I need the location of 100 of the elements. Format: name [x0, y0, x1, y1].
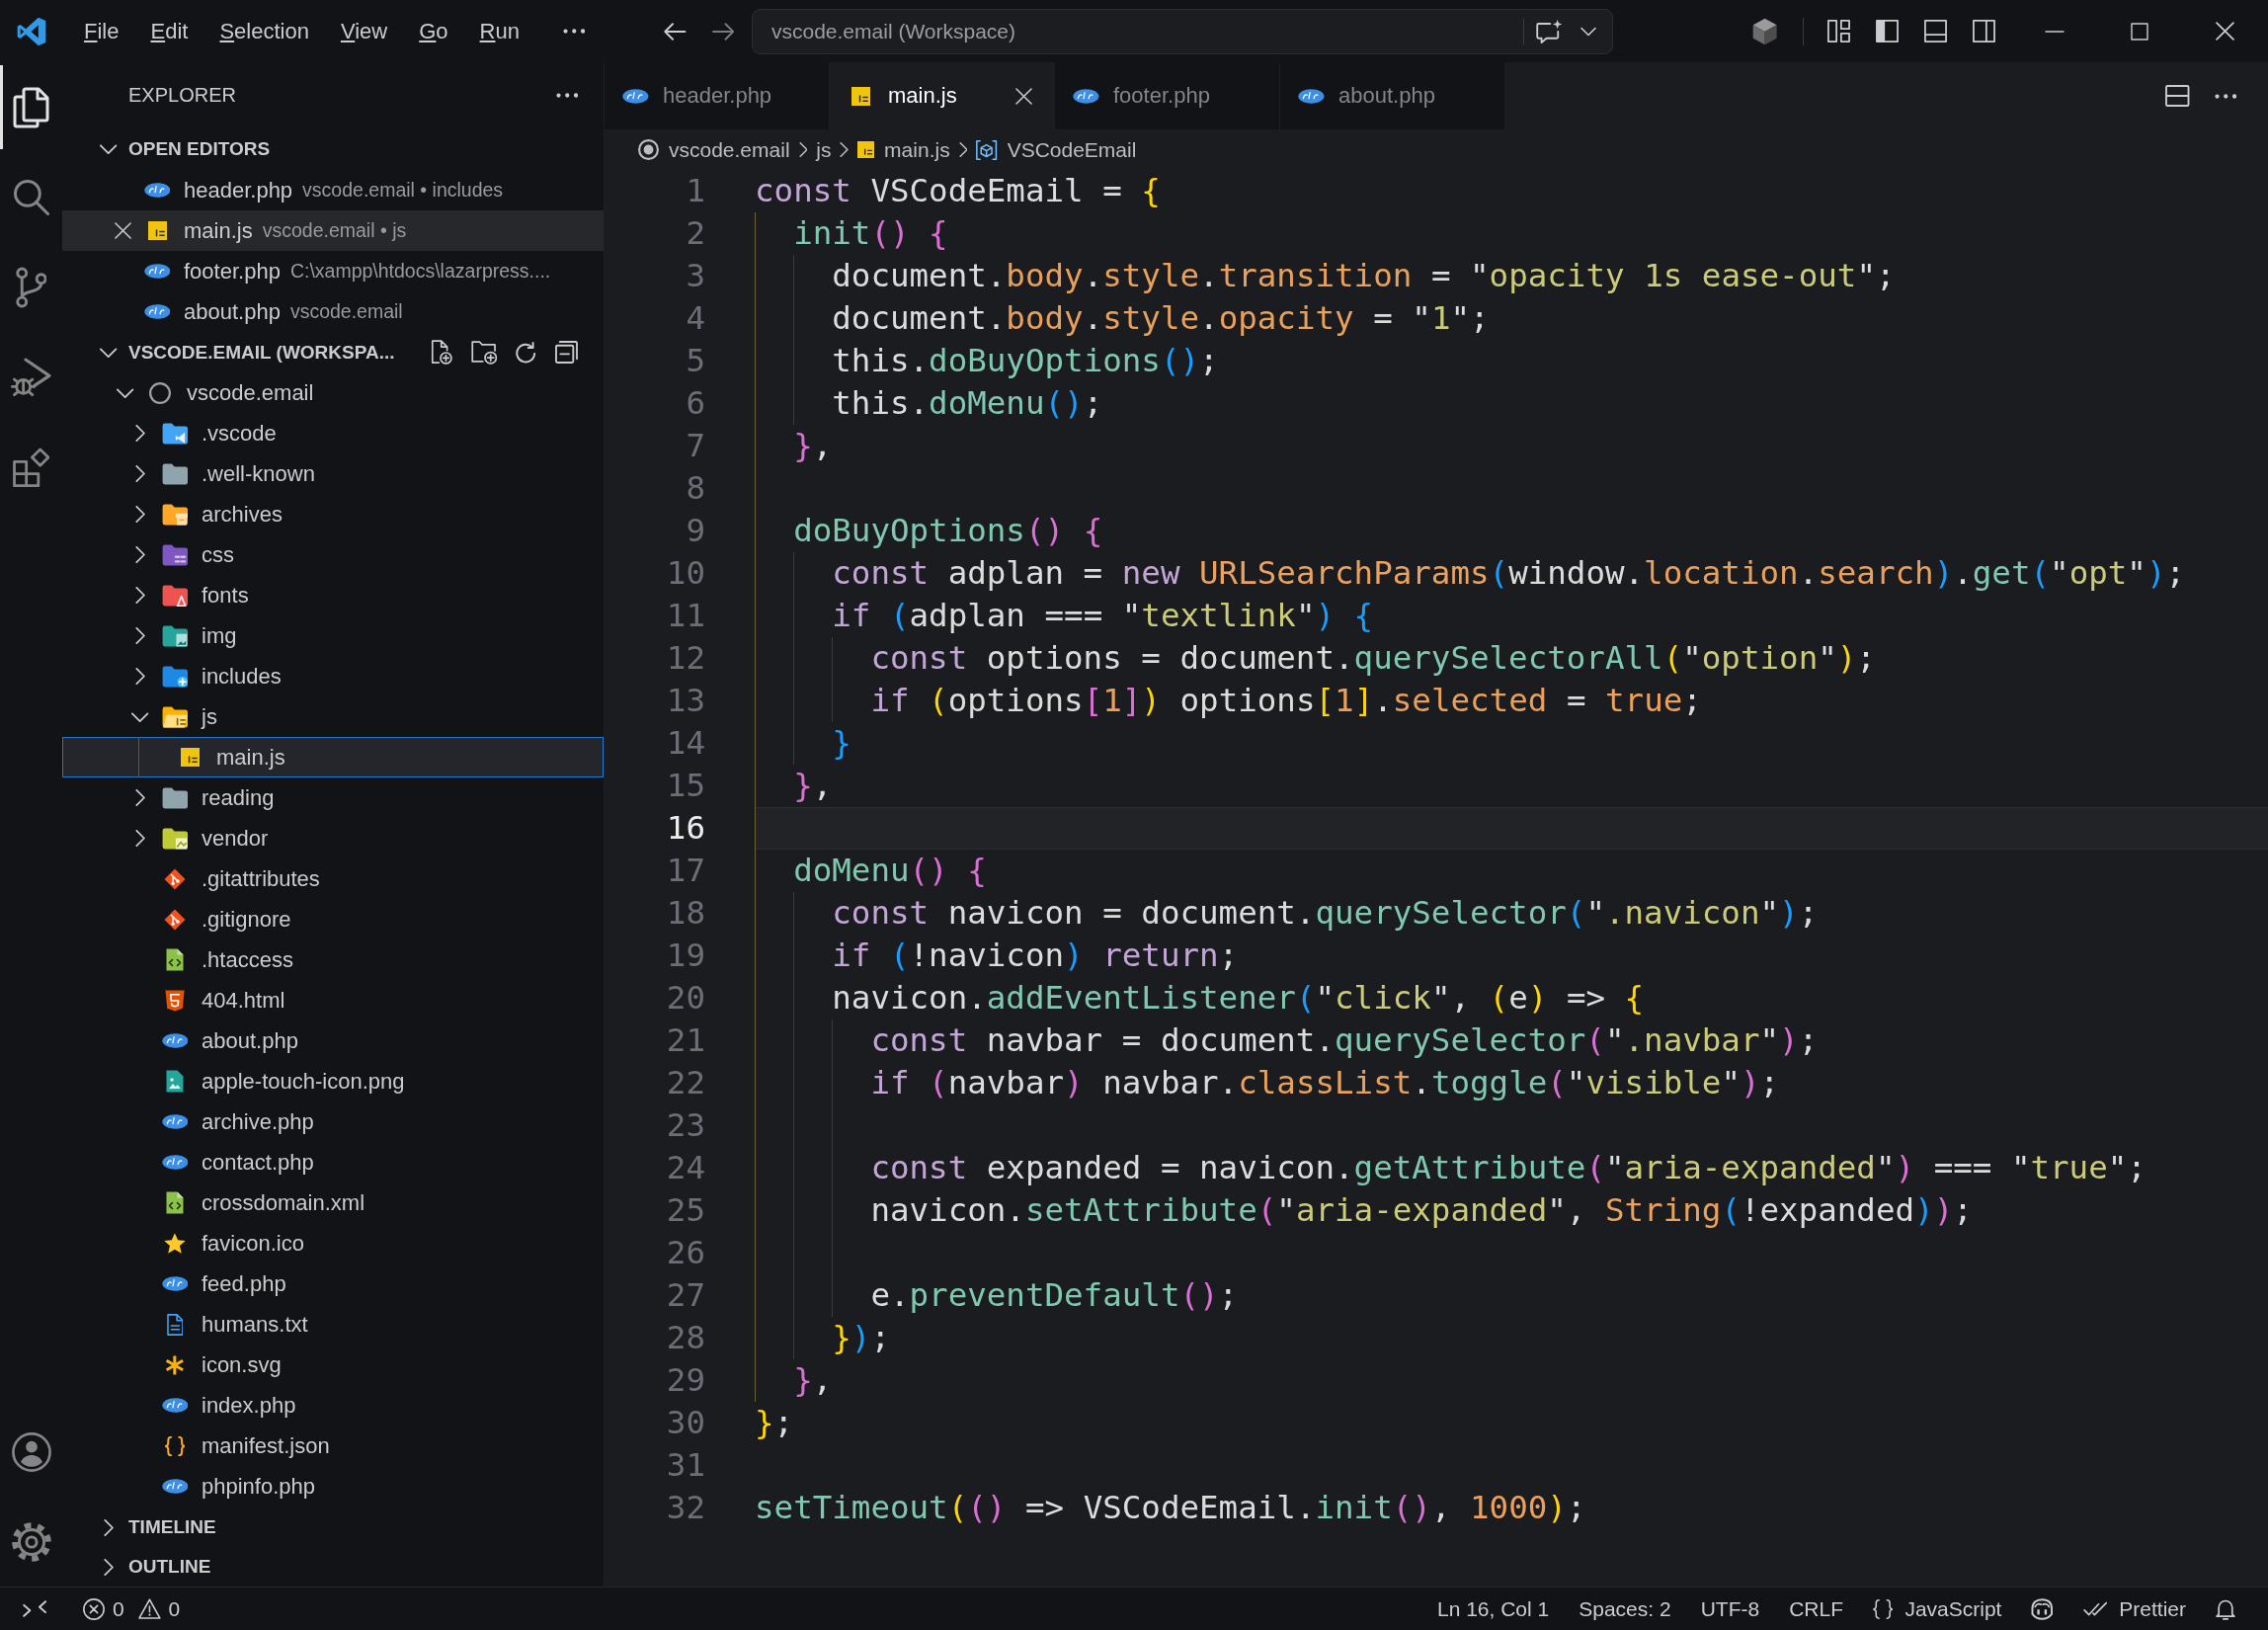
account-icon[interactable]	[11, 1431, 51, 1472]
tree-item[interactable]: icon.svg	[62, 1345, 604, 1385]
section-header[interactable]: VSCODE.EMAIL (WORKSPA...	[62, 332, 604, 372]
chat-sparkle-icon[interactable]	[1535, 18, 1563, 44]
more-icon[interactable]	[555, 93, 578, 98]
tree-item[interactable]: reading	[62, 777, 604, 818]
tree-item[interactable]: js	[62, 696, 604, 737]
toggle-sidebar-icon[interactable]	[1876, 20, 1900, 42]
new-file-icon[interactable]	[430, 340, 452, 365]
tree-item[interactable]: feed.php	[62, 1263, 604, 1304]
close-icon[interactable]	[2216, 22, 2235, 41]
open-editor-item[interactable]: footer.php C:\xampp\htdocs\lazarpress....	[62, 251, 604, 291]
tree-item[interactable]: favicon.ico	[62, 1223, 604, 1263]
tree-item[interactable]: archives	[62, 494, 604, 534]
forward-arrow-icon[interactable]	[711, 22, 734, 41]
tree-item[interactable]: vendor	[62, 818, 604, 858]
toggle-secondary-sidebar-icon[interactable]	[1973, 20, 1996, 42]
more-icon[interactable]	[2214, 93, 2236, 99]
tree-item[interactable]: index.php	[62, 1385, 604, 1426]
tree-item[interactable]: .gitignore	[62, 899, 604, 939]
toggle-panel-icon[interactable]	[1924, 20, 1948, 42]
editor-tab[interactable]: header.php	[605, 62, 830, 129]
breadcrumb-item[interactable]: js	[816, 137, 832, 162]
files-icon[interactable]	[13, 86, 49, 128]
tree-item[interactable]: apple-touch-icon.png	[62, 1061, 604, 1101]
folder-icon	[161, 624, 189, 647]
section-header[interactable]: OUTLINE	[62, 1547, 604, 1587]
remote-icon[interactable]	[22, 1600, 47, 1617]
cube-icon[interactable]	[1751, 17, 1777, 45]
back-arrow-icon[interactable]	[664, 22, 687, 41]
split-editor-icon[interactable]	[2165, 85, 2190, 107]
tree-item[interactable]: about.php	[62, 1020, 604, 1061]
line-number: 8	[685, 468, 705, 509]
menu-item[interactable]: View	[324, 14, 404, 48]
app-logo-icon[interactable]	[16, 16, 46, 46]
tree-item[interactable]: humans.txt	[62, 1304, 604, 1345]
tree-item[interactable]: img	[62, 615, 604, 656]
tree-item[interactable]: 404.html	[62, 980, 604, 1020]
tree-item[interactable]: phpinfo.php	[62, 1466, 604, 1507]
tree-item[interactable]: .well-known	[62, 453, 604, 494]
layout-icon[interactable]	[1827, 20, 1851, 42]
close-icon[interactable]	[1015, 87, 1032, 105]
caret-down-icon[interactable]	[1580, 26, 1596, 37]
line-number: 14	[665, 723, 705, 764]
command-center[interactable]: vscode.email (Workspace)	[752, 8, 1613, 54]
tree-item[interactable]: .vscode	[62, 413, 604, 453]
code-line: });	[832, 1318, 890, 1358]
menu-item[interactable]: Edit	[134, 14, 204, 48]
open-editor-item[interactable]: about.php vscode.email	[62, 291, 604, 332]
menu-item[interactable]: Run	[463, 14, 535, 48]
status-item[interactable]: CRLF	[1774, 1596, 1858, 1621]
status-item[interactable]: JavaScript	[1858, 1596, 2017, 1621]
open-editor-item[interactable]: header.php vscode.email • includes	[62, 170, 604, 210]
editor-tab[interactable]: footer.php	[1055, 62, 1280, 129]
tree-item[interactable]: .htaccess	[62, 939, 604, 980]
maximize-icon[interactable]	[2131, 22, 2149, 41]
tree-item[interactable]: archive.php	[62, 1101, 604, 1142]
collapse-all-icon[interactable]	[555, 341, 578, 364]
tree-item[interactable]: includes	[62, 656, 604, 696]
tree-item[interactable]: crossdomain.xml	[62, 1182, 604, 1223]
settings-icon[interactable]	[11, 1521, 51, 1562]
source-control-icon[interactable]	[15, 266, 47, 308]
open-editor-item[interactable]: main.js vscode.email • js	[62, 210, 604, 251]
search-icon[interactable]	[13, 179, 49, 215]
section-header[interactable]: TIMELINE	[62, 1508, 604, 1547]
menu-item[interactable]: Selection	[203, 14, 325, 48]
tree-item[interactable]: .gitattributes	[62, 858, 604, 899]
editor-tab[interactable]: about.php	[1280, 62, 1505, 129]
line-number: 3	[685, 256, 705, 296]
tree-item[interactable]: css	[62, 534, 604, 575]
breadcrumb-item[interactable]: main.js	[857, 137, 950, 162]
status-item[interactable]: Prettier	[2067, 1596, 2201, 1621]
tree-item[interactable]: main.js	[62, 737, 604, 777]
tree-item[interactable]: vscode.email	[62, 372, 604, 413]
breadcrumb-item[interactable]: VSCodeEmail	[976, 137, 1137, 162]
tree-item[interactable]: fonts	[62, 575, 604, 615]
file-description: vscode.email • includes	[302, 179, 504, 202]
robot-face-icon[interactable]	[2031, 1597, 2054, 1620]
close-icon[interactable]	[114, 222, 131, 239]
php-file-icon	[622, 88, 649, 104]
breadcrumb-item[interactable]: vscode.email	[638, 137, 790, 162]
bell-icon[interactable]	[2216, 1597, 2235, 1620]
minimize-icon[interactable]	[2044, 30, 2065, 33]
new-folder-icon[interactable]	[470, 340, 498, 365]
status-item[interactable]: Spaces: 2	[1564, 1596, 1686, 1621]
menu-item[interactable]: Go	[403, 14, 464, 48]
menu-item[interactable]: File	[68, 14, 135, 48]
folder-icon	[161, 422, 189, 445]
problems-status[interactable]: 0 0	[83, 1596, 181, 1621]
extensions-icon[interactable]	[12, 447, 50, 487]
code-line: document.body.style.transition = "opacity 1s ease-out";	[832, 256, 1896, 296]
line-number: 15	[665, 766, 705, 806]
status-item[interactable]: Ln 16, Col 1	[1422, 1596, 1565, 1621]
more-icon[interactable]	[563, 29, 586, 34]
refresh-icon[interactable]	[516, 341, 536, 364]
section-header[interactable]: OPEN EDITORS	[62, 128, 604, 170]
tree-item[interactable]: manifest.json	[62, 1426, 604, 1466]
tree-item[interactable]: contact.php	[62, 1142, 604, 1182]
status-item[interactable]: UTF-8	[1685, 1596, 1775, 1621]
run-debug-icon[interactable]	[10, 357, 52, 397]
